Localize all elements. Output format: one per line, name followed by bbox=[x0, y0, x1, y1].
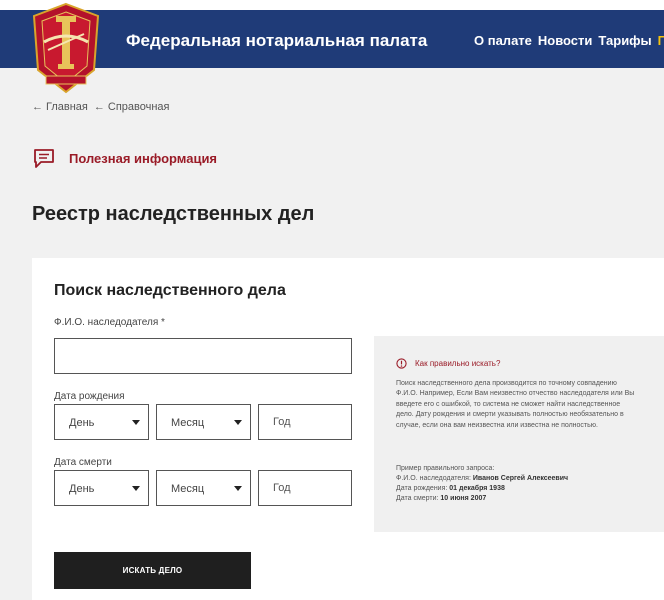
nav-item-tariffs[interactable]: Тарифы bbox=[598, 33, 651, 48]
select-value: Месяц bbox=[171, 483, 205, 495]
useful-info-label: Полезная информация bbox=[69, 150, 218, 166]
select-value: Месяц bbox=[171, 417, 205, 429]
example-heading: Пример правильного запроса: bbox=[396, 465, 495, 472]
birth-month-select[interactable]: Месяц bbox=[156, 404, 251, 440]
death-year-input[interactable] bbox=[258, 470, 352, 506]
caret-down-icon bbox=[132, 420, 140, 425]
site-header: Федеральная нотариальная палата О палате… bbox=[0, 0, 664, 94]
breadcrumb-label: Справочная bbox=[107, 101, 170, 113]
caret-down-icon bbox=[234, 486, 242, 491]
nav-item-truncated[interactable]: П bbox=[658, 33, 664, 48]
example-death-line: Дата смерти: 10 июня 2007 bbox=[396, 495, 487, 502]
search-form-card: Поиск наследственного дела Ф.И.О. наслед… bbox=[32, 258, 664, 600]
nav-item-about[interactable]: О палате bbox=[474, 33, 532, 48]
birth-day-select[interactable]: День bbox=[54, 404, 149, 440]
page-title: Реестр наследственных дел bbox=[32, 203, 315, 225]
hint-text: Поиск наследственного дела производится … bbox=[396, 380, 635, 429]
arrow-left-icon: ← bbox=[32, 101, 43, 113]
example-name-line: Ф.И.О. наследодателя: Иванов Сергей Алек… bbox=[396, 475, 569, 482]
hint-header: Как правильно искать? bbox=[396, 358, 500, 369]
caret-down-icon bbox=[234, 420, 242, 425]
caret-down-icon bbox=[132, 486, 140, 491]
breadcrumb-item-reference[interactable]: ← Справочная bbox=[94, 101, 170, 113]
search-hint-panel: Как правильно искать? Поиск наследственн… bbox=[374, 336, 664, 532]
main-nav: О палате Новости Тарифы П bbox=[474, 33, 664, 48]
example-birth: 01 декабря 1938 bbox=[449, 485, 505, 492]
chat-bubble-icon bbox=[34, 149, 54, 168]
death-date-label: Дата смерти bbox=[54, 457, 112, 468]
example-birth-line: Дата рождения: 01 декабря 1938 bbox=[396, 485, 505, 492]
search-case-button[interactable]: ИСКАТЬ ДЕЛО bbox=[54, 552, 251, 589]
example-name: Иванов Сергей Алексеевич bbox=[472, 475, 569, 482]
breadcrumb: ← Главная ← Справочная bbox=[32, 101, 176, 113]
select-value: День bbox=[69, 417, 95, 429]
birth-year-input[interactable] bbox=[258, 404, 352, 440]
birth-date-row: День Месяц bbox=[54, 404, 354, 440]
death-month-select[interactable]: Месяц bbox=[156, 470, 251, 506]
death-day-select[interactable]: День bbox=[54, 470, 149, 506]
nav-item-news[interactable]: Новости bbox=[538, 33, 593, 48]
example-death: 10 июня 2007 bbox=[440, 495, 487, 502]
breadcrumb-item-home[interactable]: ← Главная bbox=[32, 101, 88, 113]
arrow-left-icon: ← bbox=[93, 101, 105, 113]
death-date-row: День Месяц bbox=[54, 470, 354, 506]
site-title[interactable]: Федеральная нотариальная палата bbox=[126, 31, 427, 51]
breadcrumb-label: Главная bbox=[46, 101, 88, 113]
hint-example: Пример правильного запроса: Ф.И.О. насле… bbox=[396, 464, 646, 504]
birth-date-label: Дата рождения bbox=[54, 391, 125, 402]
hint-title: Как правильно искать? bbox=[415, 359, 501, 368]
info-circle-icon bbox=[396, 358, 407, 369]
name-field-label: Ф.И.О. наследодателя * bbox=[54, 317, 165, 328]
form-title: Поиск наследственного дела bbox=[54, 282, 286, 299]
notary-emblem-logo[interactable] bbox=[28, 0, 104, 96]
useful-info-link[interactable]: Полезная информация bbox=[32, 146, 217, 170]
testator-name-input[interactable] bbox=[54, 338, 352, 374]
select-value: День bbox=[69, 483, 95, 495]
